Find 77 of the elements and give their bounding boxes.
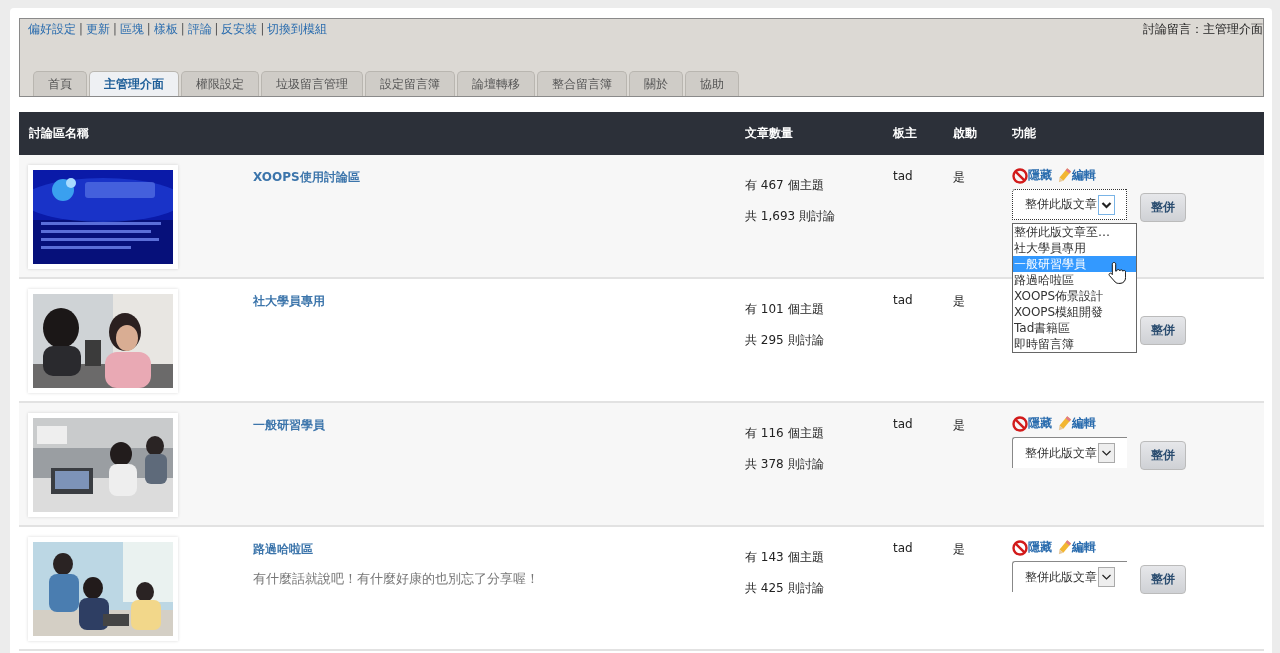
edit-link[interactable]: 編輯 xyxy=(1072,539,1096,556)
admin-link[interactable]: 反安裝 xyxy=(221,22,258,37)
tab[interactable]: 論壇轉移 xyxy=(457,71,535,96)
merge-button[interactable]: 整併 xyxy=(1140,193,1186,222)
forum-name-link[interactable]: 社大學員專用 xyxy=(253,293,325,310)
tab[interactable]: 權限設定 xyxy=(181,71,259,96)
dropdown-option[interactable]: 即時留言簿 xyxy=(1013,336,1136,352)
separator: | xyxy=(180,22,185,37)
post-count: 共 378 則討論 xyxy=(745,456,825,473)
owner-name: tad xyxy=(892,416,914,433)
owner-name: tad xyxy=(892,540,914,557)
page-title: 討論留言：主管理介面 xyxy=(1143,22,1263,37)
hide-link[interactable]: 隱藏 xyxy=(1028,539,1052,556)
merge-dropdown[interactable]: 整併此版文章 xyxy=(1012,561,1127,592)
active-status: 是 xyxy=(952,417,966,434)
hand-pointer-icon xyxy=(1108,261,1126,285)
active-status: 是 xyxy=(952,541,966,558)
admin-link[interactable]: 切換到模組 xyxy=(267,22,328,37)
topic-count: 有 101 個主題 xyxy=(745,301,825,318)
tab[interactable]: 主管理介面 xyxy=(89,71,179,96)
merge-button[interactable]: 整併 xyxy=(1140,441,1186,470)
hide-link[interactable]: 隱藏 xyxy=(1028,167,1052,184)
prohibited-icon xyxy=(1012,539,1028,556)
prohibited-icon xyxy=(1012,167,1028,184)
edit-link[interactable]: 編輯 xyxy=(1072,167,1096,184)
separator: | xyxy=(112,22,117,37)
merge-button[interactable]: 整併 xyxy=(1140,316,1186,345)
admin-link[interactable]: 更新 xyxy=(85,22,110,37)
tab[interactable]: 首頁 xyxy=(33,71,87,96)
dropdown-option[interactable]: 一般研習學員 xyxy=(1013,256,1136,272)
separator: | xyxy=(79,22,83,37)
edit-link[interactable]: 編輯 xyxy=(1072,415,1096,432)
post-count: 共 425 則討論 xyxy=(745,580,825,597)
pencil-icon xyxy=(1056,167,1072,184)
merge-dropdown[interactable]: 整併此版文章 xyxy=(1012,189,1127,220)
forum-name-link[interactable]: 路過哈啦區 xyxy=(253,541,313,558)
admin-link[interactable]: 偏好設定 xyxy=(28,22,76,37)
tab[interactable]: 垃圾留言管理 xyxy=(261,71,363,96)
dropdown-option[interactable]: XOOPS模組開發 xyxy=(1013,304,1136,320)
separator: | xyxy=(214,22,219,37)
dropdown-option[interactable]: 路過哈啦區 xyxy=(1013,272,1136,288)
column-header: 板主 xyxy=(892,125,918,142)
post-count: 共 295 則討論 xyxy=(745,332,825,349)
tab[interactable]: 協助 xyxy=(685,71,739,96)
prohibited-icon xyxy=(1012,415,1028,432)
dropdown-option[interactable]: 社大學員專用 xyxy=(1013,240,1136,256)
topic-count: 有 143 個主題 xyxy=(745,549,825,566)
dropdown-option[interactable]: XOOPS佈景設計 xyxy=(1013,288,1136,304)
separator: | xyxy=(146,22,151,37)
column-header: 啟動 xyxy=(952,125,978,142)
owner-name: tad xyxy=(892,168,914,185)
owner-name: tad xyxy=(892,292,914,309)
hide-link[interactable]: 隱藏 xyxy=(1028,415,1052,432)
tab[interactable]: 整合留言簿 xyxy=(537,71,627,96)
pencil-icon xyxy=(1056,415,1072,432)
column-header: 討論區名稱 xyxy=(28,125,90,142)
merge-dropdown[interactable]: 整併此版文章 xyxy=(1012,437,1127,468)
column-header: 文章數量 xyxy=(744,125,794,142)
separator: | xyxy=(260,22,265,37)
admin-link[interactable]: 樣板 xyxy=(153,22,178,37)
forum-description: 有什麼話就說吧！有什麼好康的也別忘了分享喔！ xyxy=(253,570,540,588)
merge-button[interactable]: 整併 xyxy=(1140,565,1186,594)
dropdown-option[interactable]: 整併此版文章至… xyxy=(1013,224,1136,240)
active-status: 是 xyxy=(952,169,966,186)
tab[interactable]: 關於 xyxy=(629,71,683,96)
dropdown-option[interactable]: Tad書籍區 xyxy=(1013,320,1136,336)
active-status: 是 xyxy=(952,293,966,310)
admin-link[interactable]: 評論 xyxy=(187,22,212,37)
column-header: 功能 xyxy=(1011,125,1037,142)
forum-name-link[interactable]: 一般研習學員 xyxy=(253,417,325,434)
post-count: 共 1,693 則討論 xyxy=(745,208,836,225)
forum-name-link[interactable]: XOOPS使用討論區 xyxy=(253,169,360,186)
topic-count: 有 116 個主題 xyxy=(745,425,825,442)
topic-count: 有 467 個主題 xyxy=(745,177,825,194)
pencil-icon xyxy=(1056,539,1072,556)
tab[interactable]: 設定留言簿 xyxy=(365,71,455,96)
admin-link[interactable]: 區塊 xyxy=(119,22,144,37)
